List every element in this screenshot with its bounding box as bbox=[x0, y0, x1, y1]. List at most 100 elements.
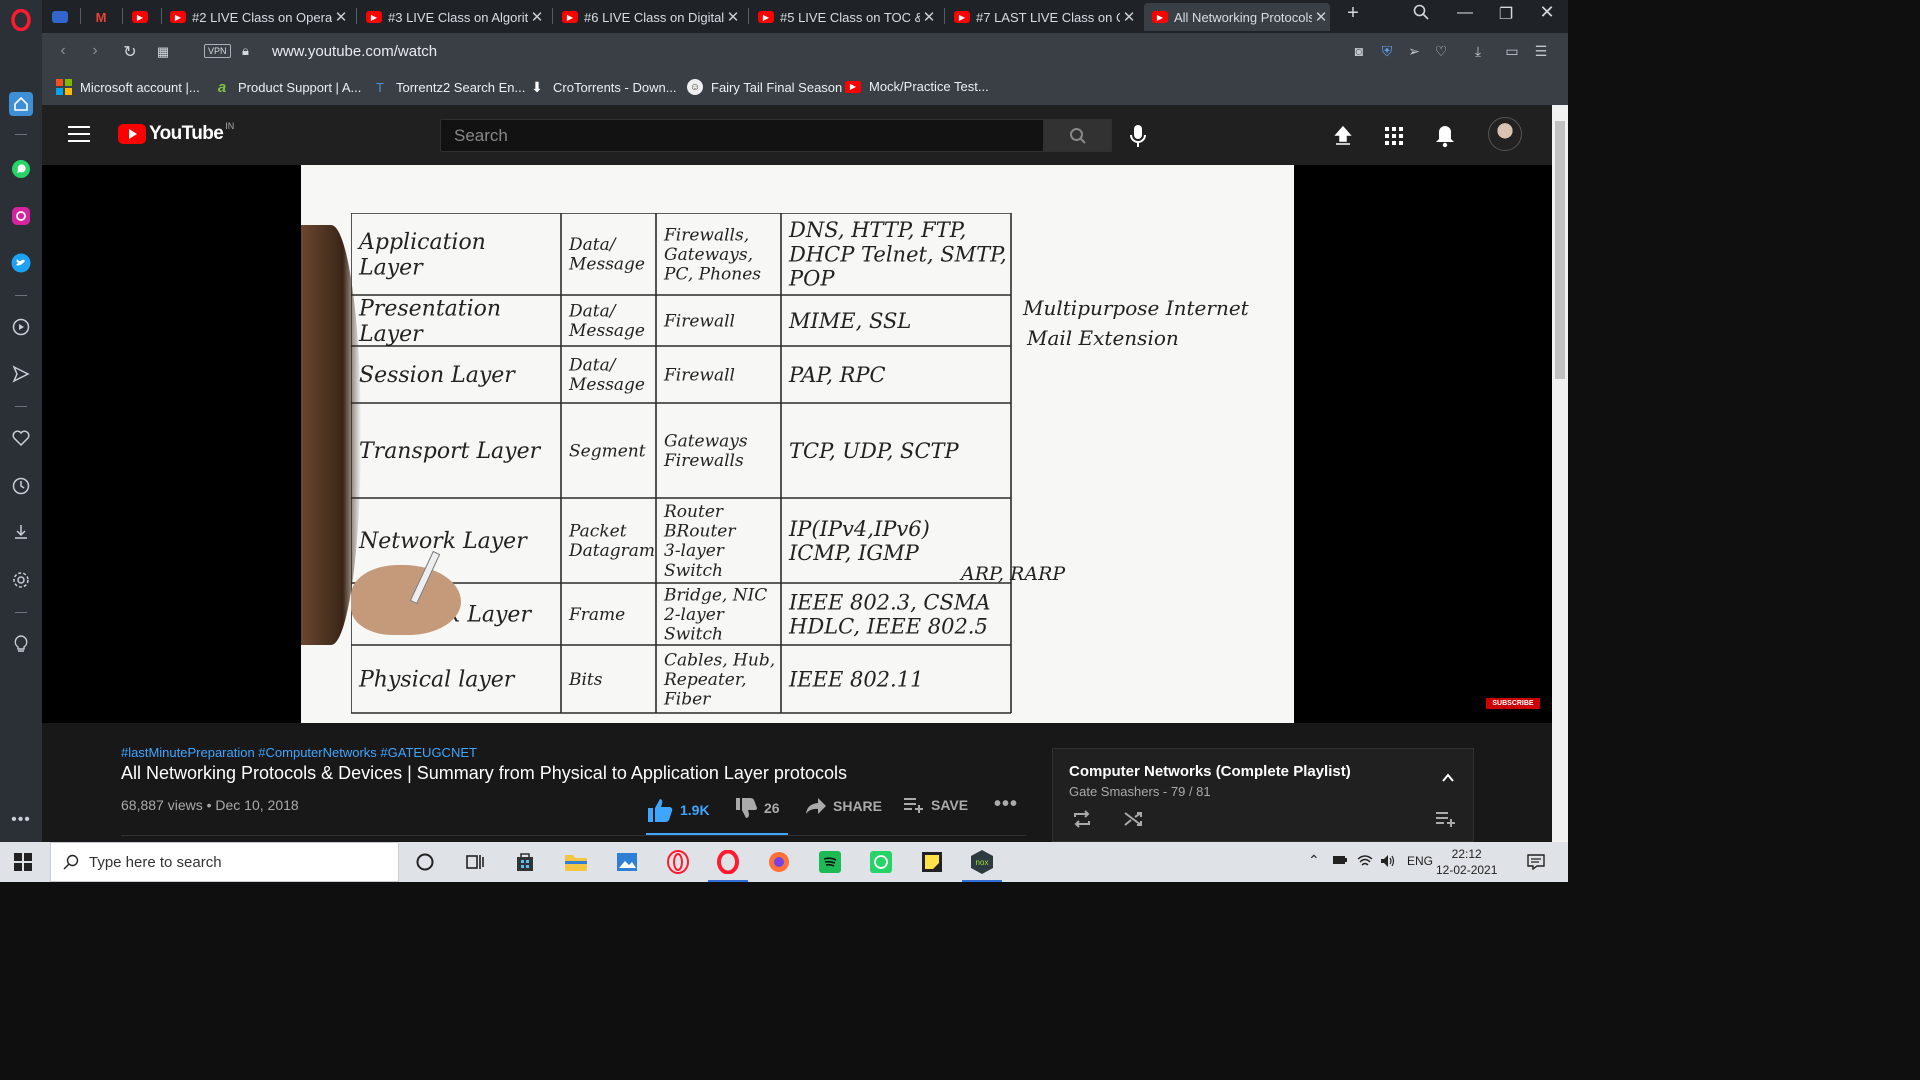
nox-player-icon[interactable]: nox bbox=[962, 848, 1002, 882]
url-field[interactable]: www.youtube.com/watch bbox=[272, 43, 437, 60]
system-clock[interactable]: 22:12 12-02-2021 bbox=[1436, 846, 1497, 878]
loop-icon[interactable] bbox=[1071, 809, 1093, 834]
playlist-panel[interactable]: Computer Networks (Complete Playlist) Ga… bbox=[1052, 748, 1474, 842]
lock-icon[interactable]: 🔒︎ bbox=[242, 43, 249, 59]
scrollbar-thumb[interactable] bbox=[1555, 121, 1565, 379]
cortana-icon[interactable] bbox=[411, 848, 439, 876]
hashtags[interactable]: #lastMinutePreparation #ComputerNetworks… bbox=[121, 745, 477, 760]
youtube-logo[interactable]: YouTube IN bbox=[118, 121, 234, 145]
restore-icon[interactable]: ❐ bbox=[1491, 4, 1521, 24]
playlist-title[interactable]: Computer Networks (Complete Playlist) bbox=[1069, 763, 1351, 780]
close-icon[interactable]: ✕ bbox=[724, 8, 742, 26]
tab-algorithm-class[interactable]: ▶ #3 LIVE Class on Algorith ✕ bbox=[366, 3, 546, 31]
like-button[interactable]: 1.9K bbox=[646, 797, 710, 823]
lightbulb-icon[interactable] bbox=[9, 632, 33, 656]
tab-last-class[interactable]: ▶ #7 LAST LIVE Class on Co ✕ bbox=[954, 3, 1138, 31]
snapshot-camera-icon[interactable]: ◙ bbox=[1348, 43, 1370, 59]
photos-icon[interactable] bbox=[613, 848, 641, 876]
chevron-up-icon[interactable] bbox=[1441, 771, 1455, 785]
shuffle-icon[interactable] bbox=[1123, 809, 1145, 834]
opera-gx-icon[interactable] bbox=[664, 848, 692, 876]
store-icon[interactable] bbox=[511, 848, 539, 876]
player-icon[interactable] bbox=[9, 315, 33, 339]
battery-saver-icon[interactable]: ▭ bbox=[1501, 43, 1523, 60]
close-icon[interactable]: ✕ bbox=[528, 8, 546, 26]
downloads-icon[interactable] bbox=[9, 520, 33, 544]
bookmark-torrentz2[interactable]: T Torrentz2 Search En... bbox=[372, 79, 525, 95]
history-icon[interactable] bbox=[9, 474, 33, 498]
more-dots-icon[interactable]: ••• bbox=[9, 808, 33, 832]
taskbar-search[interactable]: Type here to search bbox=[50, 842, 399, 882]
opera-browser-icon[interactable] bbox=[708, 848, 748, 882]
tab-networking-active[interactable]: ▶ All Networking Protocols ✕ bbox=[1144, 3, 1330, 31]
settings-gear-icon[interactable] bbox=[9, 568, 33, 592]
bookmark-microsoft[interactable]: Microsoft account |... bbox=[56, 79, 200, 95]
window-close-icon[interactable]: ✕ bbox=[1532, 2, 1562, 23]
new-tab-plus-icon[interactable]: + bbox=[1338, 2, 1368, 25]
download-icon[interactable]: ⤓ bbox=[1467, 43, 1489, 60]
bookmark-crotorrents[interactable]: ⬇ CroTorrents - Down... bbox=[529, 79, 676, 95]
more-actions-icon[interactable]: ••• bbox=[994, 793, 1018, 816]
tab-pinned-youtube[interactable]: ▶ bbox=[132, 3, 156, 31]
close-icon[interactable]: ✕ bbox=[332, 8, 350, 26]
close-icon[interactable]: ✕ bbox=[1120, 8, 1138, 26]
search-input[interactable] bbox=[440, 119, 1044, 152]
file-explorer-icon[interactable] bbox=[562, 848, 590, 876]
forward-icon[interactable]: › bbox=[84, 42, 106, 60]
send-icon[interactable]: ➢ bbox=[1403, 43, 1425, 60]
firefox-icon[interactable] bbox=[765, 848, 793, 876]
avatar[interactable] bbox=[1488, 117, 1522, 151]
apps-grid-icon[interactable] bbox=[1381, 123, 1407, 149]
reload-icon[interactable]: ↻ bbox=[119, 42, 141, 62]
upload-icon[interactable] bbox=[1330, 123, 1356, 149]
spotify-icon[interactable] bbox=[816, 848, 844, 876]
minimize-icon[interactable]: — bbox=[1450, 4, 1480, 22]
speed-dial-icon[interactable]: ▦ bbox=[152, 44, 174, 60]
playlist-add-icon[interactable] bbox=[1435, 811, 1457, 832]
send-icon[interactable] bbox=[9, 362, 33, 386]
battery-icon[interactable] bbox=[1332, 854, 1348, 869]
volume-icon[interactable] bbox=[1380, 854, 1396, 871]
tab-os-class[interactable]: ▶ #2 LIVE Class on Operatin ✕ bbox=[170, 3, 350, 31]
microphone-icon[interactable] bbox=[1127, 123, 1149, 149]
save-button[interactable]: SAVE bbox=[903, 797, 968, 813]
twitter-icon[interactable] bbox=[9, 251, 33, 275]
close-icon[interactable]: ✕ bbox=[920, 8, 938, 26]
menu-hamburger-icon[interactable] bbox=[68, 126, 90, 144]
dislike-button[interactable]: 26 bbox=[734, 797, 780, 819]
adblock-shield-icon[interactable]: ⛨ bbox=[1376, 43, 1398, 60]
easy-setup-icon[interactable]: ☰ bbox=[1530, 43, 1552, 60]
whatsapp-icon[interactable] bbox=[867, 848, 895, 876]
vpn-badge[interactable]: VPN bbox=[204, 44, 231, 58]
search-button[interactable] bbox=[1044, 119, 1112, 152]
tab-digital-class[interactable]: ▶ #6 LIVE Class on Digital E ✕ bbox=[562, 3, 742, 31]
input-language[interactable]: ENG bbox=[1407, 854, 1433, 868]
wifi-icon[interactable] bbox=[1357, 854, 1373, 871]
instagram-icon[interactable] bbox=[9, 204, 33, 228]
sticky-notes-icon[interactable] bbox=[918, 848, 946, 876]
subscribe-watermark[interactable]: SUBSCRIBE bbox=[1486, 698, 1540, 709]
action-center-icon[interactable] bbox=[1527, 854, 1545, 873]
bookmark-product-support[interactable]: a Product Support | A... bbox=[214, 79, 362, 96]
search-tabs-icon[interactable] bbox=[1406, 4, 1436, 25]
windows-start-icon[interactable] bbox=[14, 853, 32, 871]
tab-pinned-gmail[interactable]: M bbox=[93, 3, 117, 31]
tab-pinned-1[interactable] bbox=[52, 3, 76, 31]
notifications-bell-icon[interactable] bbox=[1432, 123, 1458, 149]
whatsapp-icon[interactable] bbox=[9, 157, 33, 181]
bookmark-heart-icon[interactable]: ♡ bbox=[1430, 43, 1452, 60]
back-icon[interactable]: ‹ bbox=[52, 42, 74, 60]
video-frame[interactable]: Application Layer Data/Message Firewalls, Ga… bbox=[301, 165, 1294, 723]
chevron-up-icon[interactable]: ⌃ bbox=[1308, 852, 1320, 869]
share-button[interactable]: SHARE bbox=[805, 797, 882, 815]
heart-icon[interactable] bbox=[9, 426, 33, 450]
close-icon[interactable]: ✕ bbox=[1312, 8, 1330, 26]
search-text-input[interactable] bbox=[454, 125, 1043, 146]
task-view-icon[interactable] bbox=[461, 848, 489, 876]
page-scrollbar[interactable] bbox=[1552, 105, 1568, 842]
opera-logo-icon[interactable] bbox=[9, 8, 33, 32]
video-player[interactable]: Application Layer Data/Message Firewalls, Ga… bbox=[42, 165, 1552, 723]
bookmark-fairy-tail[interactable]: ☺ Fairy Tail Final Season bbox=[687, 79, 842, 95]
tab-toc-class[interactable]: ▶ #5 LIVE Class on TOC & C ✕ bbox=[758, 3, 938, 31]
bookmark-mock-test[interactable]: ▶ Mock/Practice Test... bbox=[845, 79, 989, 94]
